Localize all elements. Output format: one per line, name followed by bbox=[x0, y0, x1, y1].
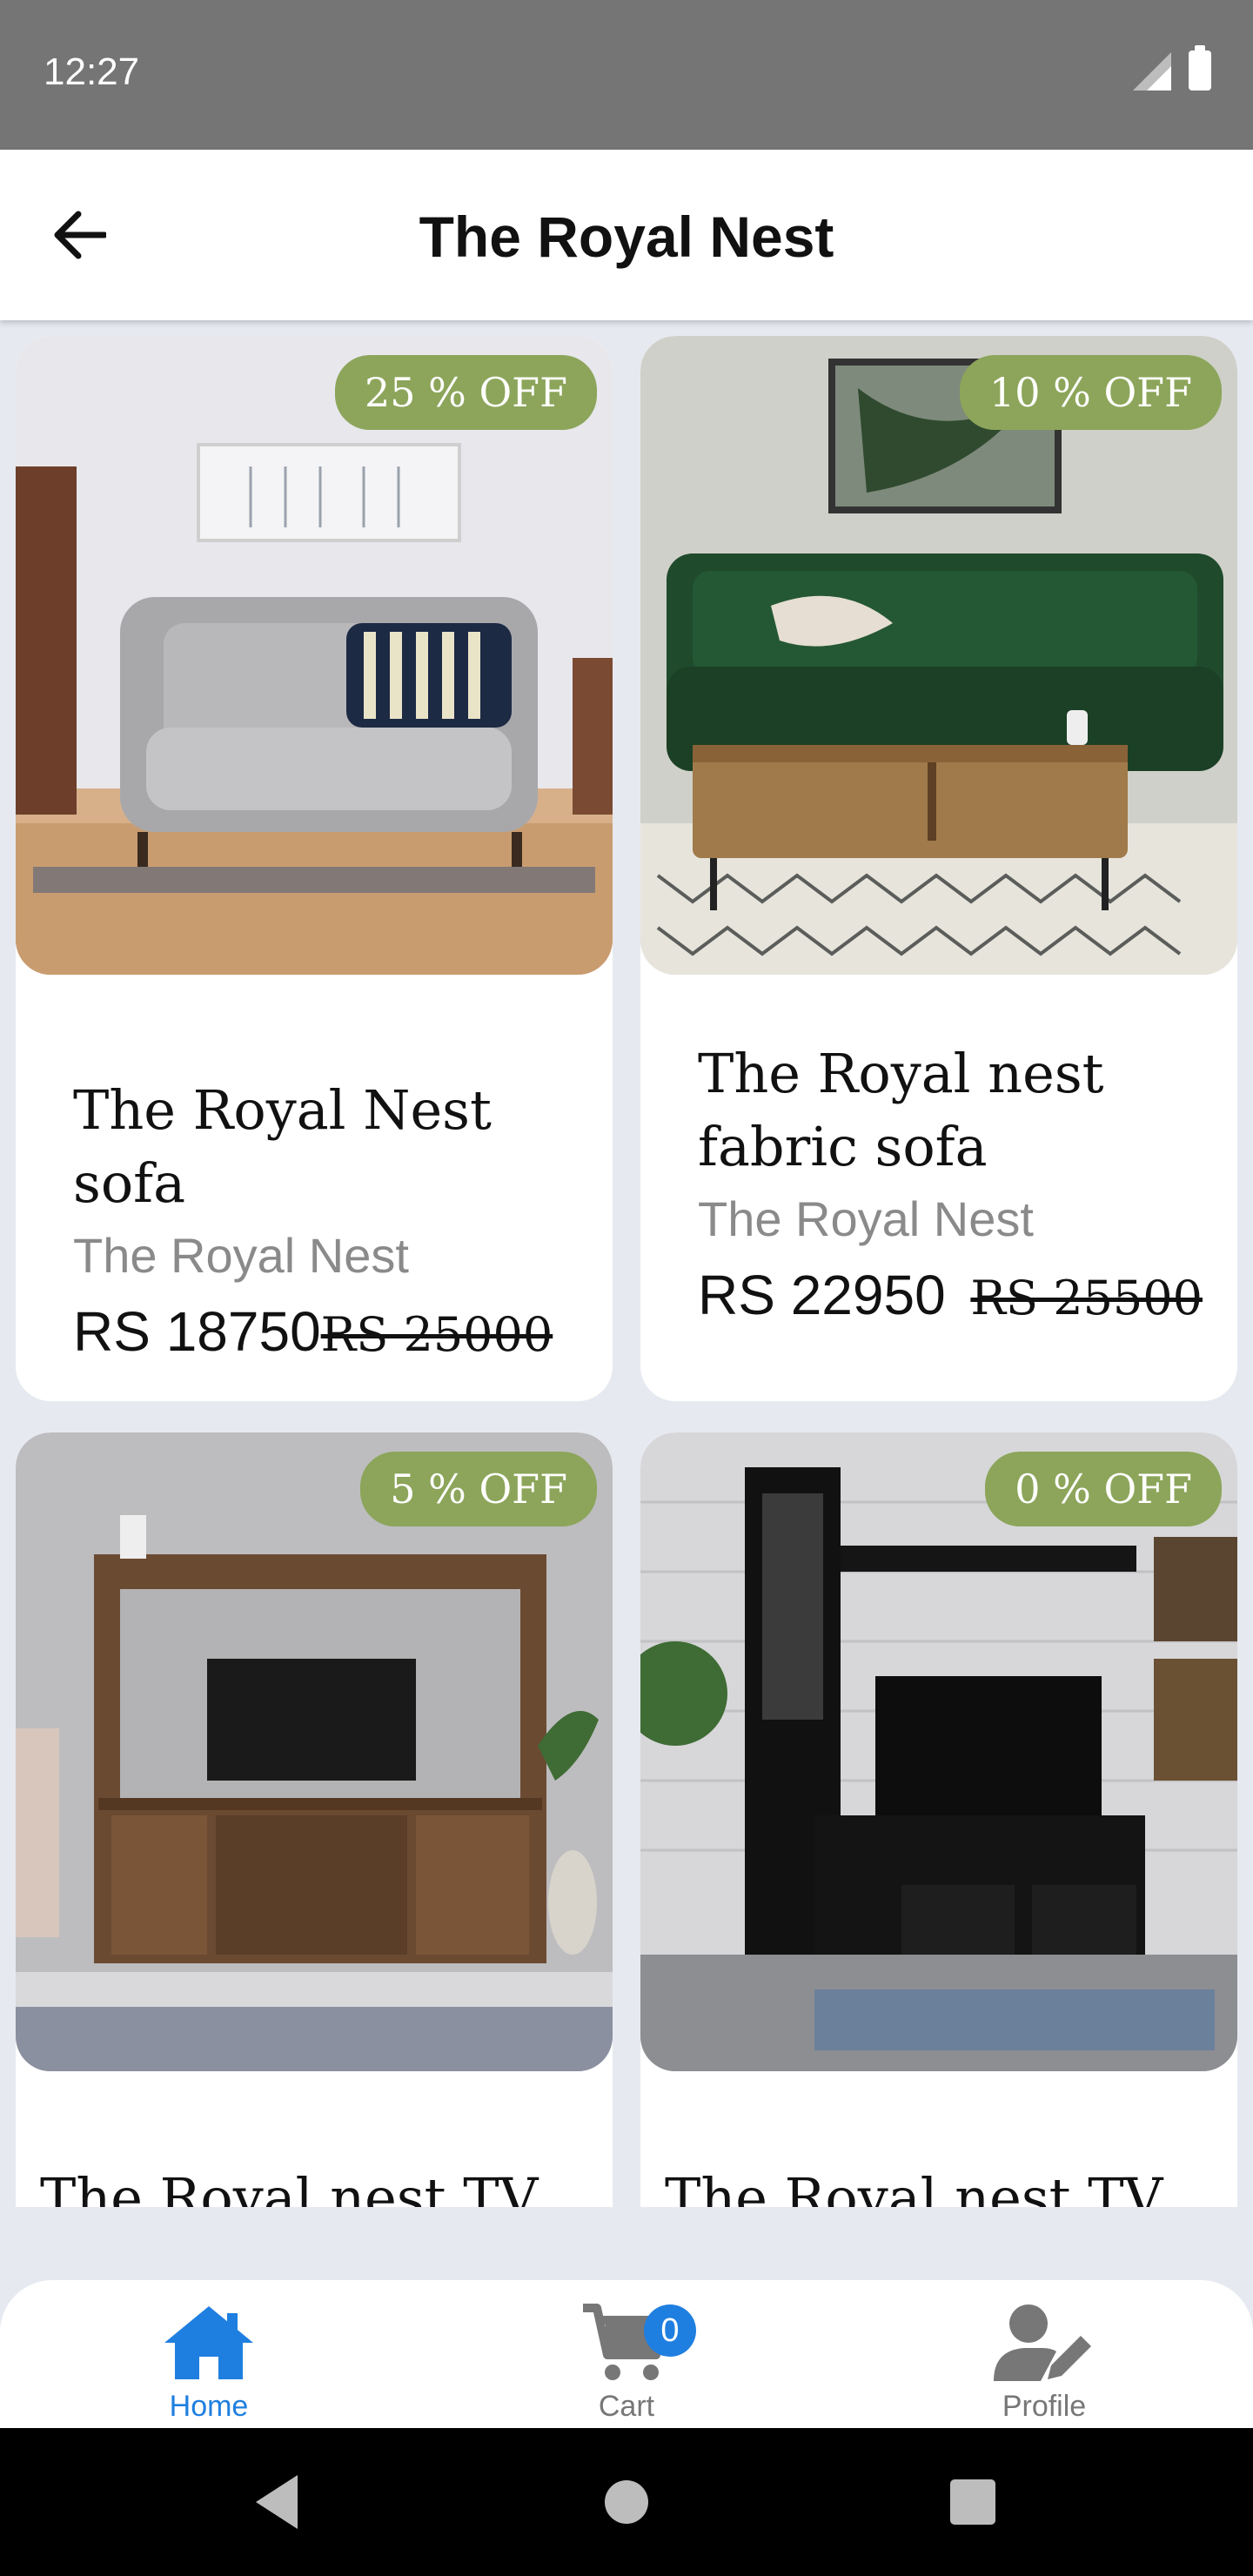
nav-profile-label: Profile bbox=[1002, 2390, 1087, 2423]
page-title: The Royal Nest bbox=[419, 205, 834, 269]
nav-home-label: Home bbox=[169, 2390, 249, 2423]
status-bar: 12:27 bbox=[0, 0, 1253, 150]
app-bar: The Royal Nest bbox=[0, 150, 1253, 320]
nav-home[interactable]: Home bbox=[104, 2299, 313, 2424]
product-name: The Royal nest TV unit bbox=[665, 2166, 1163, 2207]
product-image: 10 % OFF bbox=[640, 336, 1237, 975]
status-time: 12:27 bbox=[44, 50, 140, 93]
product-brand: The Royal Nest bbox=[73, 1228, 409, 1283]
product-name: The Royal nest TV unit bbox=[40, 2166, 539, 2207]
user-edit-icon bbox=[994, 2304, 1091, 2381]
nav-cart-label: Cart bbox=[598, 2390, 655, 2423]
product-name: The Royal Nest sofa bbox=[73, 1078, 492, 1215]
discount-badge: 5 % OFF bbox=[360, 1452, 597, 1526]
bottom-nav: Home 0 Cart Profile bbox=[0, 2280, 1253, 2428]
signal-icon bbox=[1133, 52, 1171, 91]
home-circle-icon[interactable] bbox=[604, 2472, 649, 2532]
system-nav-bar bbox=[0, 2428, 1253, 2576]
product-price: RS 22950 bbox=[698, 1264, 946, 1326]
nav-profile[interactable]: Profile bbox=[940, 2299, 1149, 2424]
back-triangle-icon[interactable] bbox=[252, 2472, 305, 2532]
product-card[interactable]: 5 % OFF The Royal nest TV unit bbox=[16, 1432, 613, 2207]
product-card[interactable]: 0 % OFF The Royal nest TV unit bbox=[640, 1432, 1237, 2207]
battery-icon bbox=[1189, 45, 1211, 91]
nav-cart[interactable]: 0 Cart bbox=[522, 2299, 731, 2424]
home-icon bbox=[164, 2306, 253, 2379]
status-icons bbox=[1133, 45, 1211, 91]
discount-badge: 10 % OFF bbox=[959, 355, 1222, 430]
product-name: The Royal nest fabric sofa bbox=[698, 1042, 1104, 1178]
discount-badge: 0 % OFF bbox=[985, 1452, 1222, 1526]
cart-count-badge: 0 bbox=[644, 2304, 696, 2357]
discount-badge: 25 % OFF bbox=[334, 355, 597, 430]
product-price: RS 18750 bbox=[73, 1300, 321, 1363]
product-card[interactable]: 25 % OFF The Royal Nest sofa The Royal N… bbox=[16, 336, 613, 1401]
product-list[interactable]: 25 % OFF The Royal Nest sofa The Royal N… bbox=[0, 320, 1253, 2207]
recents-square-icon[interactable] bbox=[948, 2472, 997, 2532]
product-image: 25 % OFF bbox=[16, 336, 613, 975]
product-card[interactable]: 10 % OFF The Royal nest fabric sofa The … bbox=[640, 336, 1237, 1401]
product-old-price: RS 25000 bbox=[320, 1307, 553, 1362]
product-brand: The Royal Nest bbox=[698, 1191, 1034, 1246]
product-image: 5 % OFF bbox=[16, 1432, 613, 2071]
product-image: 0 % OFF bbox=[640, 1432, 1237, 2071]
product-old-price: RS 25500 bbox=[970, 1271, 1203, 1325]
